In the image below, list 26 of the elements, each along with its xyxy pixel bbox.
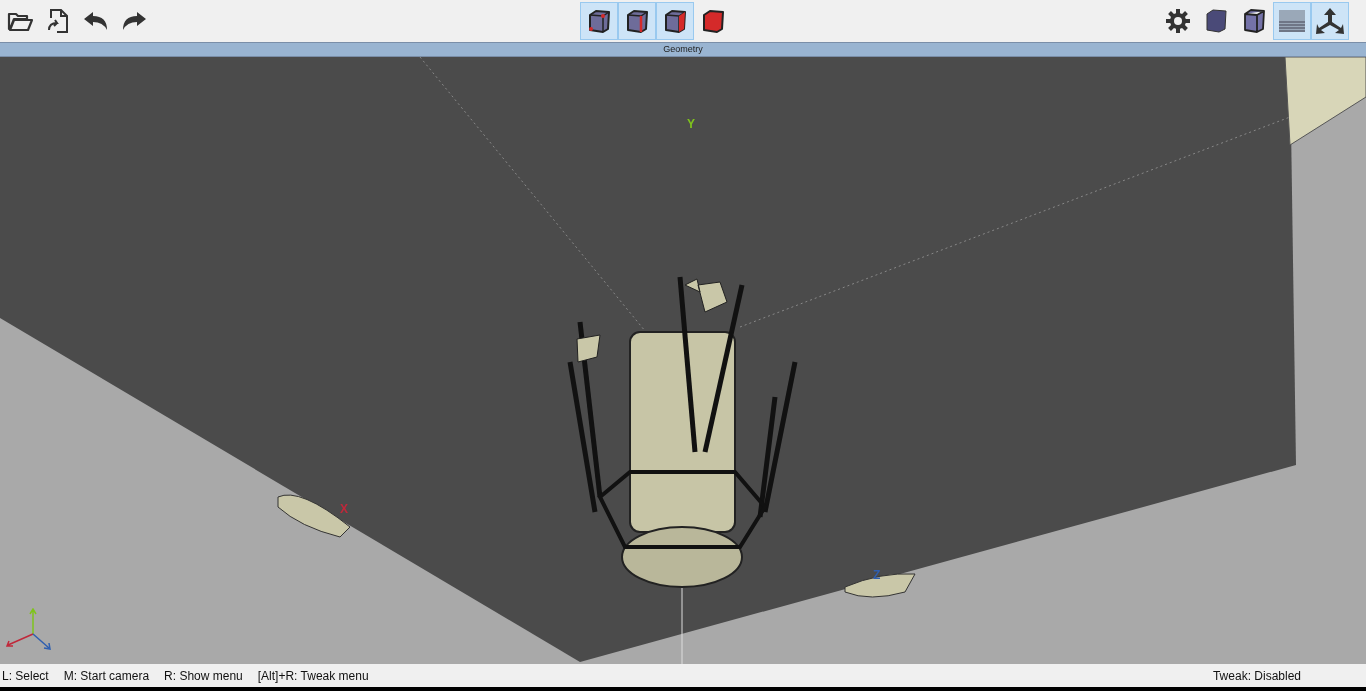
status-hint: L: Select	[2, 667, 49, 685]
status-hint: M: Start camera	[63, 667, 150, 685]
cube-icon	[586, 8, 612, 34]
tweak-status: Tweak: Disabled	[1212, 667, 1301, 685]
redo-icon	[121, 11, 147, 31]
undo-icon	[83, 11, 109, 31]
status-hint: R: Show menu	[164, 667, 243, 685]
cube-icon	[1241, 8, 1267, 34]
document-arrow-icon	[47, 8, 69, 34]
settings-icon	[1165, 8, 1191, 34]
cube-icon	[700, 8, 726, 34]
cube-icon	[624, 8, 650, 34]
folder-icon	[7, 10, 33, 32]
grid-floor-icon	[1278, 9, 1306, 33]
panel-title: Geometry	[663, 45, 703, 54]
axes-icon	[1315, 7, 1345, 35]
status-hint: [Alt]+R: Tweak menu	[257, 667, 369, 685]
axis-label: Y	[687, 118, 695, 130]
toolbar-button[interactable]	[618, 2, 656, 40]
cube-icon	[1203, 8, 1229, 34]
toolbar-button[interactable]	[656, 2, 694, 40]
axis-gizmo-icon	[6, 608, 52, 650]
toolbar-button[interactable]	[1311, 2, 1349, 40]
toolbar-button[interactable]	[580, 2, 618, 40]
cube-icon	[662, 8, 688, 34]
axis-label: X	[340, 503, 348, 515]
